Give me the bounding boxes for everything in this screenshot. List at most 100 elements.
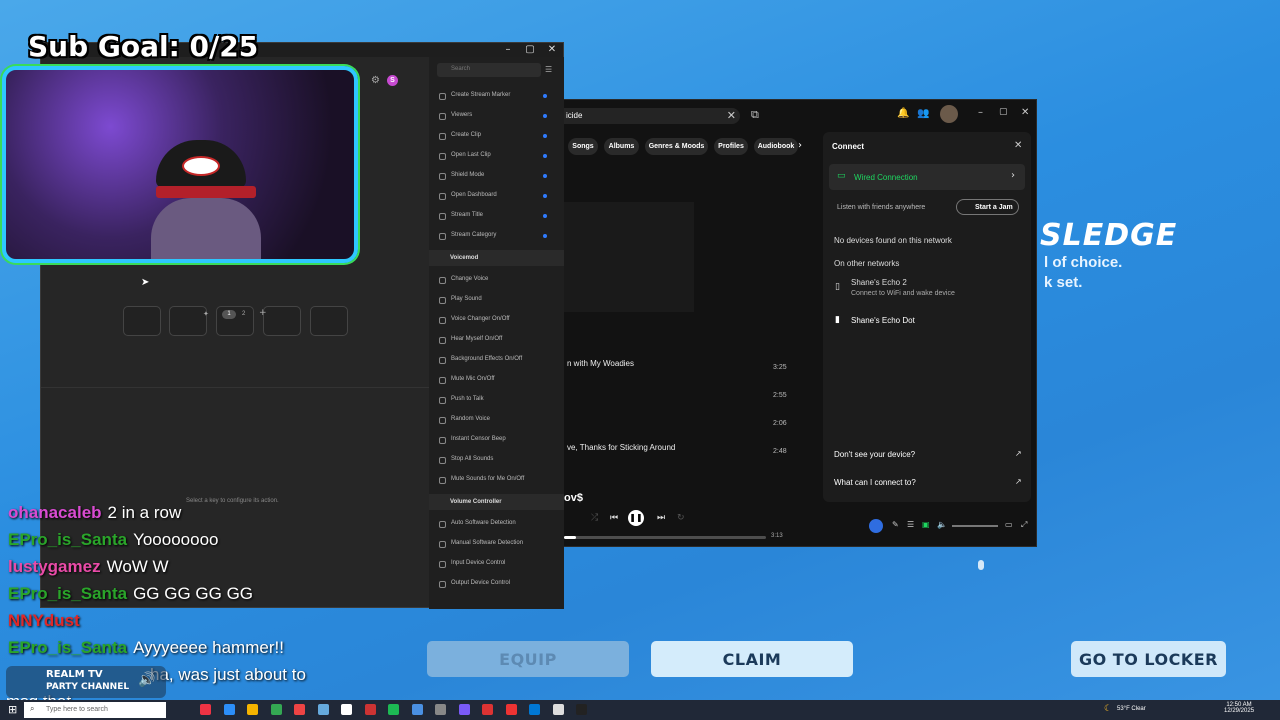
close-icon[interactable]: ✕ xyxy=(541,43,563,57)
pin-icon[interactable]: ✦ xyxy=(203,310,209,318)
action-item[interactable]: Change Voice xyxy=(451,276,488,282)
taskbar-app-icon[interactable] xyxy=(411,704,423,715)
taskbar-app-icon[interactable] xyxy=(294,704,305,715)
action-item[interactable]: Hear Myself On/Off xyxy=(451,336,502,342)
help-link-devices[interactable]: Don't see your device? xyxy=(834,450,915,459)
action-item[interactable]: Mute Mic On/Off xyxy=(451,376,495,382)
clock[interactable]: 12:50 AM 12/29/2025 xyxy=(1224,702,1254,714)
progress-bar[interactable] xyxy=(564,536,766,539)
maximize-icon[interactable]: ▢ xyxy=(999,107,1008,117)
friends-icon[interactable]: 👥 xyxy=(917,108,929,119)
taskbar-app-icon[interactable] xyxy=(435,704,446,715)
page-1[interactable]: 1 xyxy=(222,310,236,319)
add-page-icon[interactable]: + xyxy=(259,308,267,318)
minimize-icon[interactable]: – xyxy=(978,107,983,118)
go-to-locker-button[interactable]: GO TO LOCKER xyxy=(1071,641,1226,677)
wired-connection-row[interactable]: ▭ Wired Connection › xyxy=(829,164,1025,190)
pause-button[interactable]: ❚❚ xyxy=(628,510,644,526)
category-voicemod[interactable]: Voicemod xyxy=(429,250,564,266)
action-item[interactable]: Stream Title xyxy=(451,212,483,218)
taskbar-app-icon[interactable] xyxy=(388,704,399,715)
weather-text[interactable]: 53°F Clear xyxy=(1117,706,1146,712)
action-item[interactable]: Shield Mode xyxy=(451,172,484,178)
miniplayer-icon[interactable]: ▭ xyxy=(1005,520,1013,529)
action-item[interactable]: Mute Sounds for Me On/Off xyxy=(451,476,524,482)
key-slot[interactable] xyxy=(123,306,161,336)
taskbar-app-icon[interactable] xyxy=(247,704,258,715)
taskbar-app-icon[interactable] xyxy=(364,704,376,715)
list-view-icon[interactable]: ☰ xyxy=(545,65,552,74)
device-name[interactable]: Shane's Echo Dot xyxy=(851,316,915,325)
track-title[interactable]: ve, Thanks for Sticking Around xyxy=(567,443,675,452)
taskbar-app-icon[interactable] xyxy=(482,704,493,715)
taskbar-app-icon[interactable] xyxy=(552,704,564,715)
key-slot[interactable] xyxy=(263,306,301,336)
action-item[interactable]: Stop All Sounds xyxy=(451,456,493,462)
action-item[interactable]: Viewers xyxy=(451,112,472,118)
key-slot[interactable] xyxy=(310,306,348,336)
shuffle-icon[interactable]: ⤮ xyxy=(591,513,598,523)
page-2[interactable]: 2 xyxy=(242,310,245,319)
taskbar-app-icon[interactable] xyxy=(270,704,282,715)
chip-genres[interactable]: Genres & Moods xyxy=(645,138,708,155)
taskbar-app-icon[interactable] xyxy=(576,704,587,715)
action-item[interactable]: Random Voice xyxy=(451,416,490,422)
repeat-icon[interactable]: ↻ xyxy=(677,513,685,523)
category-volume-controller[interactable]: Volume Controller xyxy=(429,494,564,510)
maximize-icon[interactable]: ▢ xyxy=(519,43,541,57)
device-name[interactable]: Shane's Echo 2 xyxy=(851,278,907,287)
equip-button[interactable]: EQUIP xyxy=(427,641,629,677)
action-item[interactable]: Create Clip xyxy=(451,132,481,138)
action-item[interactable]: Stream Category xyxy=(451,232,496,238)
chip-albums[interactable]: Albums xyxy=(604,138,639,155)
action-item[interactable]: Input Device Control xyxy=(451,560,505,566)
gear-icon[interactable]: ⚙ xyxy=(371,75,380,86)
chip-audiobooks[interactable]: Audiobook xyxy=(754,138,798,155)
close-icon[interactable]: ✕ xyxy=(1021,107,1029,118)
chip-profiles[interactable]: Profiles xyxy=(714,138,748,155)
browse-icon[interactable]: ⧉ xyxy=(751,108,759,122)
fullscreen-icon[interactable]: ⤢ xyxy=(1021,520,1027,530)
taskbar-app-icon[interactable] xyxy=(505,704,517,715)
help-link-connect[interactable]: What can I connect to? xyxy=(834,478,916,487)
action-item[interactable]: Output Device Control xyxy=(451,580,510,586)
queue-icon[interactable]: ☰ xyxy=(907,520,914,529)
top-result-card[interactable] xyxy=(564,202,694,312)
search-input[interactable]: icide ✕ xyxy=(564,108,740,124)
action-item[interactable]: Auto Software Detection xyxy=(451,520,516,526)
start-jam-button[interactable]: Start a Jam xyxy=(956,199,1019,215)
notifications-icon[interactable]: 🔔 xyxy=(897,108,909,119)
key-slot[interactable] xyxy=(169,306,207,336)
action-item[interactable]: Background Effects On/Off xyxy=(451,356,522,362)
external-link-icon[interactable]: ↗ xyxy=(1015,449,1022,458)
taskbar-app-icon[interactable] xyxy=(223,704,235,715)
action-search-input[interactable]: Search xyxy=(437,63,541,77)
action-item[interactable]: Manual Software Detection xyxy=(451,540,523,546)
taskbar-app-icon[interactable] xyxy=(341,704,352,715)
action-item[interactable]: Open Last Clip xyxy=(451,152,491,158)
taskbar-app-icon[interactable] xyxy=(529,704,540,715)
lyrics-icon[interactable]: ✎ xyxy=(892,520,899,529)
volume-icon[interactable]: 🔈 xyxy=(937,520,947,529)
chip-songs[interactable]: Songs xyxy=(568,138,598,155)
chips-next-icon[interactable]: › xyxy=(798,140,802,151)
next-icon[interactable]: ⏭ xyxy=(657,513,665,523)
action-item[interactable]: Create Stream Marker xyxy=(451,92,510,98)
action-item[interactable]: Voice Changer On/Off xyxy=(451,316,510,322)
taskbar-app-icon[interactable] xyxy=(317,704,329,715)
avatar[interactable]: S xyxy=(387,75,398,86)
start-icon[interactable]: ⊞ xyxy=(8,703,17,716)
taskbar-app-icon[interactable] xyxy=(458,704,470,715)
key-slot[interactable] xyxy=(216,306,254,336)
action-item[interactable]: Play Sound xyxy=(451,296,482,302)
action-item[interactable]: Open Dashboard xyxy=(451,192,497,198)
action-item[interactable]: Push to Talk xyxy=(451,396,484,402)
avatar[interactable] xyxy=(940,105,958,123)
claim-button[interactable]: CLAIM xyxy=(651,641,853,677)
minimize-icon[interactable]: – xyxy=(497,43,519,57)
action-item[interactable]: Instant Censor Beep xyxy=(451,436,506,442)
external-link-icon[interactable]: ↗ xyxy=(1015,477,1022,486)
taskbar-search[interactable]: Type here to search xyxy=(24,702,166,718)
taskbar-app-icon[interactable] xyxy=(200,704,211,715)
connect-device-icon[interactable]: ▣ xyxy=(922,520,930,529)
